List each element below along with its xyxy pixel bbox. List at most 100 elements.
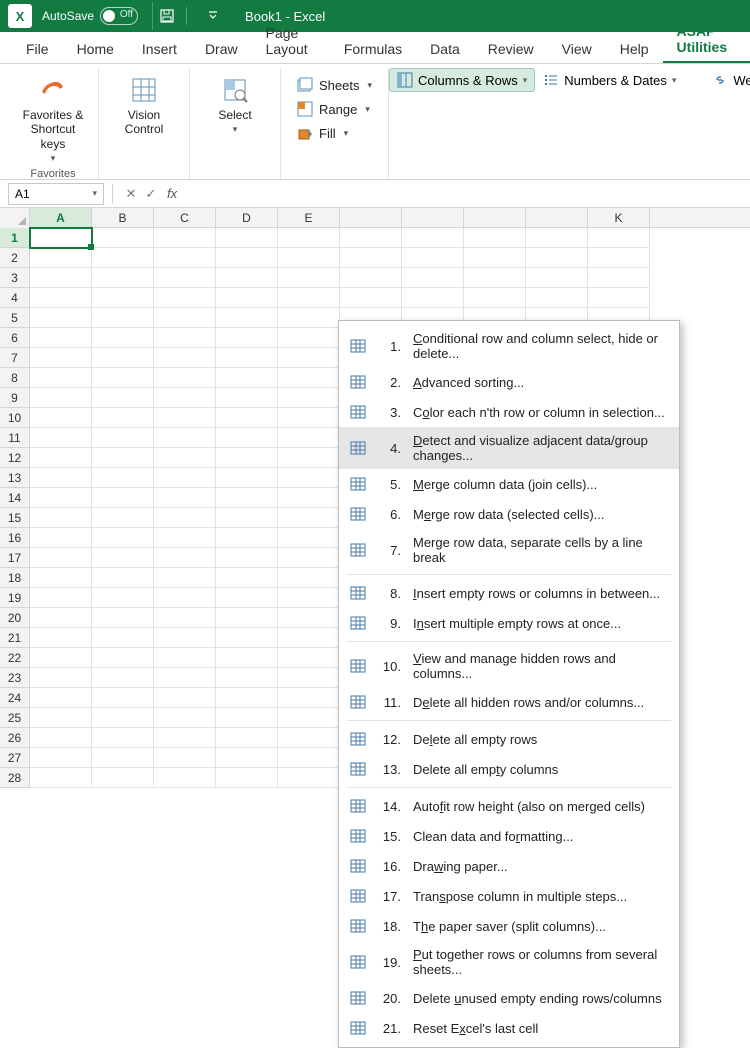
cell[interactable] bbox=[30, 648, 92, 668]
cell[interactable] bbox=[92, 748, 154, 768]
cell[interactable] bbox=[30, 448, 92, 468]
cell[interactable] bbox=[30, 568, 92, 588]
cell[interactable] bbox=[30, 408, 92, 428]
cell[interactable] bbox=[526, 248, 588, 268]
cell[interactable] bbox=[216, 228, 278, 248]
cell[interactable] bbox=[30, 348, 92, 368]
cell[interactable] bbox=[154, 708, 216, 728]
cell[interactable] bbox=[92, 728, 154, 748]
customize-qat-icon[interactable] bbox=[199, 2, 227, 30]
name-box[interactable]: A1 ▾ bbox=[8, 183, 104, 205]
cell[interactable] bbox=[216, 768, 278, 788]
cell[interactable] bbox=[92, 228, 154, 248]
cell[interactable] bbox=[30, 248, 92, 268]
cell[interactable] bbox=[216, 288, 278, 308]
formula-input[interactable] bbox=[183, 183, 750, 205]
cell[interactable] bbox=[278, 608, 340, 628]
cell[interactable] bbox=[92, 268, 154, 288]
menu-item[interactable]: 7.Merge row data, separate cells by a li… bbox=[339, 529, 679, 571]
row-header[interactable]: 25 bbox=[0, 708, 30, 728]
cell[interactable] bbox=[92, 428, 154, 448]
vision-control-button[interactable]: Vision Control bbox=[109, 70, 179, 141]
cell[interactable] bbox=[464, 228, 526, 248]
cell[interactable] bbox=[154, 228, 216, 248]
cell[interactable] bbox=[402, 228, 464, 248]
cell[interactable] bbox=[216, 388, 278, 408]
tab-file[interactable]: File bbox=[12, 35, 63, 63]
column-header[interactable]: K bbox=[588, 208, 650, 227]
cell[interactable] bbox=[30, 328, 92, 348]
cell[interactable] bbox=[216, 308, 278, 328]
column-header[interactable] bbox=[464, 208, 526, 227]
row-header[interactable]: 21 bbox=[0, 628, 30, 648]
fill-button[interactable]: Fill▾ bbox=[291, 122, 378, 144]
cell[interactable] bbox=[154, 248, 216, 268]
cell[interactable] bbox=[216, 748, 278, 768]
cell[interactable] bbox=[464, 248, 526, 268]
cell[interactable] bbox=[278, 508, 340, 528]
tab-asap-utilities[interactable]: ASAP Utilities bbox=[663, 17, 750, 63]
menu-item[interactable]: 8.Insert empty rows or columns in betwee… bbox=[339, 578, 679, 608]
row-header[interactable]: 15 bbox=[0, 508, 30, 528]
tab-data[interactable]: Data bbox=[416, 35, 474, 63]
cell[interactable] bbox=[92, 508, 154, 528]
cell[interactable] bbox=[154, 408, 216, 428]
cell[interactable] bbox=[30, 768, 92, 788]
menu-item[interactable]: 9.Insert multiple empty rows at once... bbox=[339, 608, 679, 638]
cell[interactable] bbox=[30, 708, 92, 728]
row-header[interactable]: 13 bbox=[0, 468, 30, 488]
cell[interactable] bbox=[92, 608, 154, 628]
cell[interactable] bbox=[92, 668, 154, 688]
cell[interactable] bbox=[92, 388, 154, 408]
column-header[interactable]: C bbox=[154, 208, 216, 227]
cell[interactable] bbox=[30, 728, 92, 748]
cell[interactable] bbox=[216, 528, 278, 548]
cell[interactable] bbox=[278, 688, 340, 708]
cell[interactable] bbox=[216, 728, 278, 748]
cell[interactable] bbox=[216, 248, 278, 268]
select-all-corner[interactable] bbox=[0, 208, 30, 228]
cell[interactable] bbox=[588, 228, 650, 248]
row-header[interactable]: 27 bbox=[0, 748, 30, 768]
cell[interactable] bbox=[154, 548, 216, 568]
cell[interactable] bbox=[92, 488, 154, 508]
cell[interactable] bbox=[30, 368, 92, 388]
cell[interactable] bbox=[154, 308, 216, 328]
row-header[interactable]: 6 bbox=[0, 328, 30, 348]
cell[interactable] bbox=[30, 468, 92, 488]
cell[interactable] bbox=[278, 428, 340, 448]
cell[interactable] bbox=[402, 248, 464, 268]
cell[interactable] bbox=[154, 268, 216, 288]
range-button[interactable]: Range▾ bbox=[291, 98, 378, 120]
cell[interactable] bbox=[216, 348, 278, 368]
cell[interactable] bbox=[30, 388, 92, 408]
column-header[interactable] bbox=[402, 208, 464, 227]
row-header[interactable]: 24 bbox=[0, 688, 30, 708]
menu-item[interactable]: 14.Autofit row height (also on merged ce… bbox=[339, 791, 679, 821]
cell[interactable] bbox=[92, 468, 154, 488]
cell[interactable] bbox=[216, 688, 278, 708]
cell[interactable] bbox=[216, 368, 278, 388]
cell[interactable] bbox=[92, 348, 154, 368]
row-header[interactable]: 17 bbox=[0, 548, 30, 568]
cell[interactable] bbox=[92, 448, 154, 468]
cell[interactable] bbox=[278, 528, 340, 548]
row-header[interactable]: 7 bbox=[0, 348, 30, 368]
cell[interactable] bbox=[340, 228, 402, 248]
tab-help[interactable]: Help bbox=[606, 35, 663, 63]
cell[interactable] bbox=[526, 268, 588, 288]
row-header[interactable]: 19 bbox=[0, 588, 30, 608]
cell[interactable] bbox=[30, 548, 92, 568]
row-header[interactable]: 2 bbox=[0, 248, 30, 268]
chevron-down-icon[interactable]: ▾ bbox=[92, 188, 97, 199]
autosave-toggle[interactable]: AutoSave Off bbox=[42, 7, 138, 25]
cell[interactable] bbox=[216, 608, 278, 628]
column-header[interactable] bbox=[340, 208, 402, 227]
cell[interactable] bbox=[464, 288, 526, 308]
cell[interactable] bbox=[154, 348, 216, 368]
row-header[interactable]: 28 bbox=[0, 768, 30, 788]
cell[interactable] bbox=[154, 508, 216, 528]
cell[interactable] bbox=[30, 608, 92, 628]
cell[interactable] bbox=[216, 328, 278, 348]
cell[interactable] bbox=[154, 488, 216, 508]
